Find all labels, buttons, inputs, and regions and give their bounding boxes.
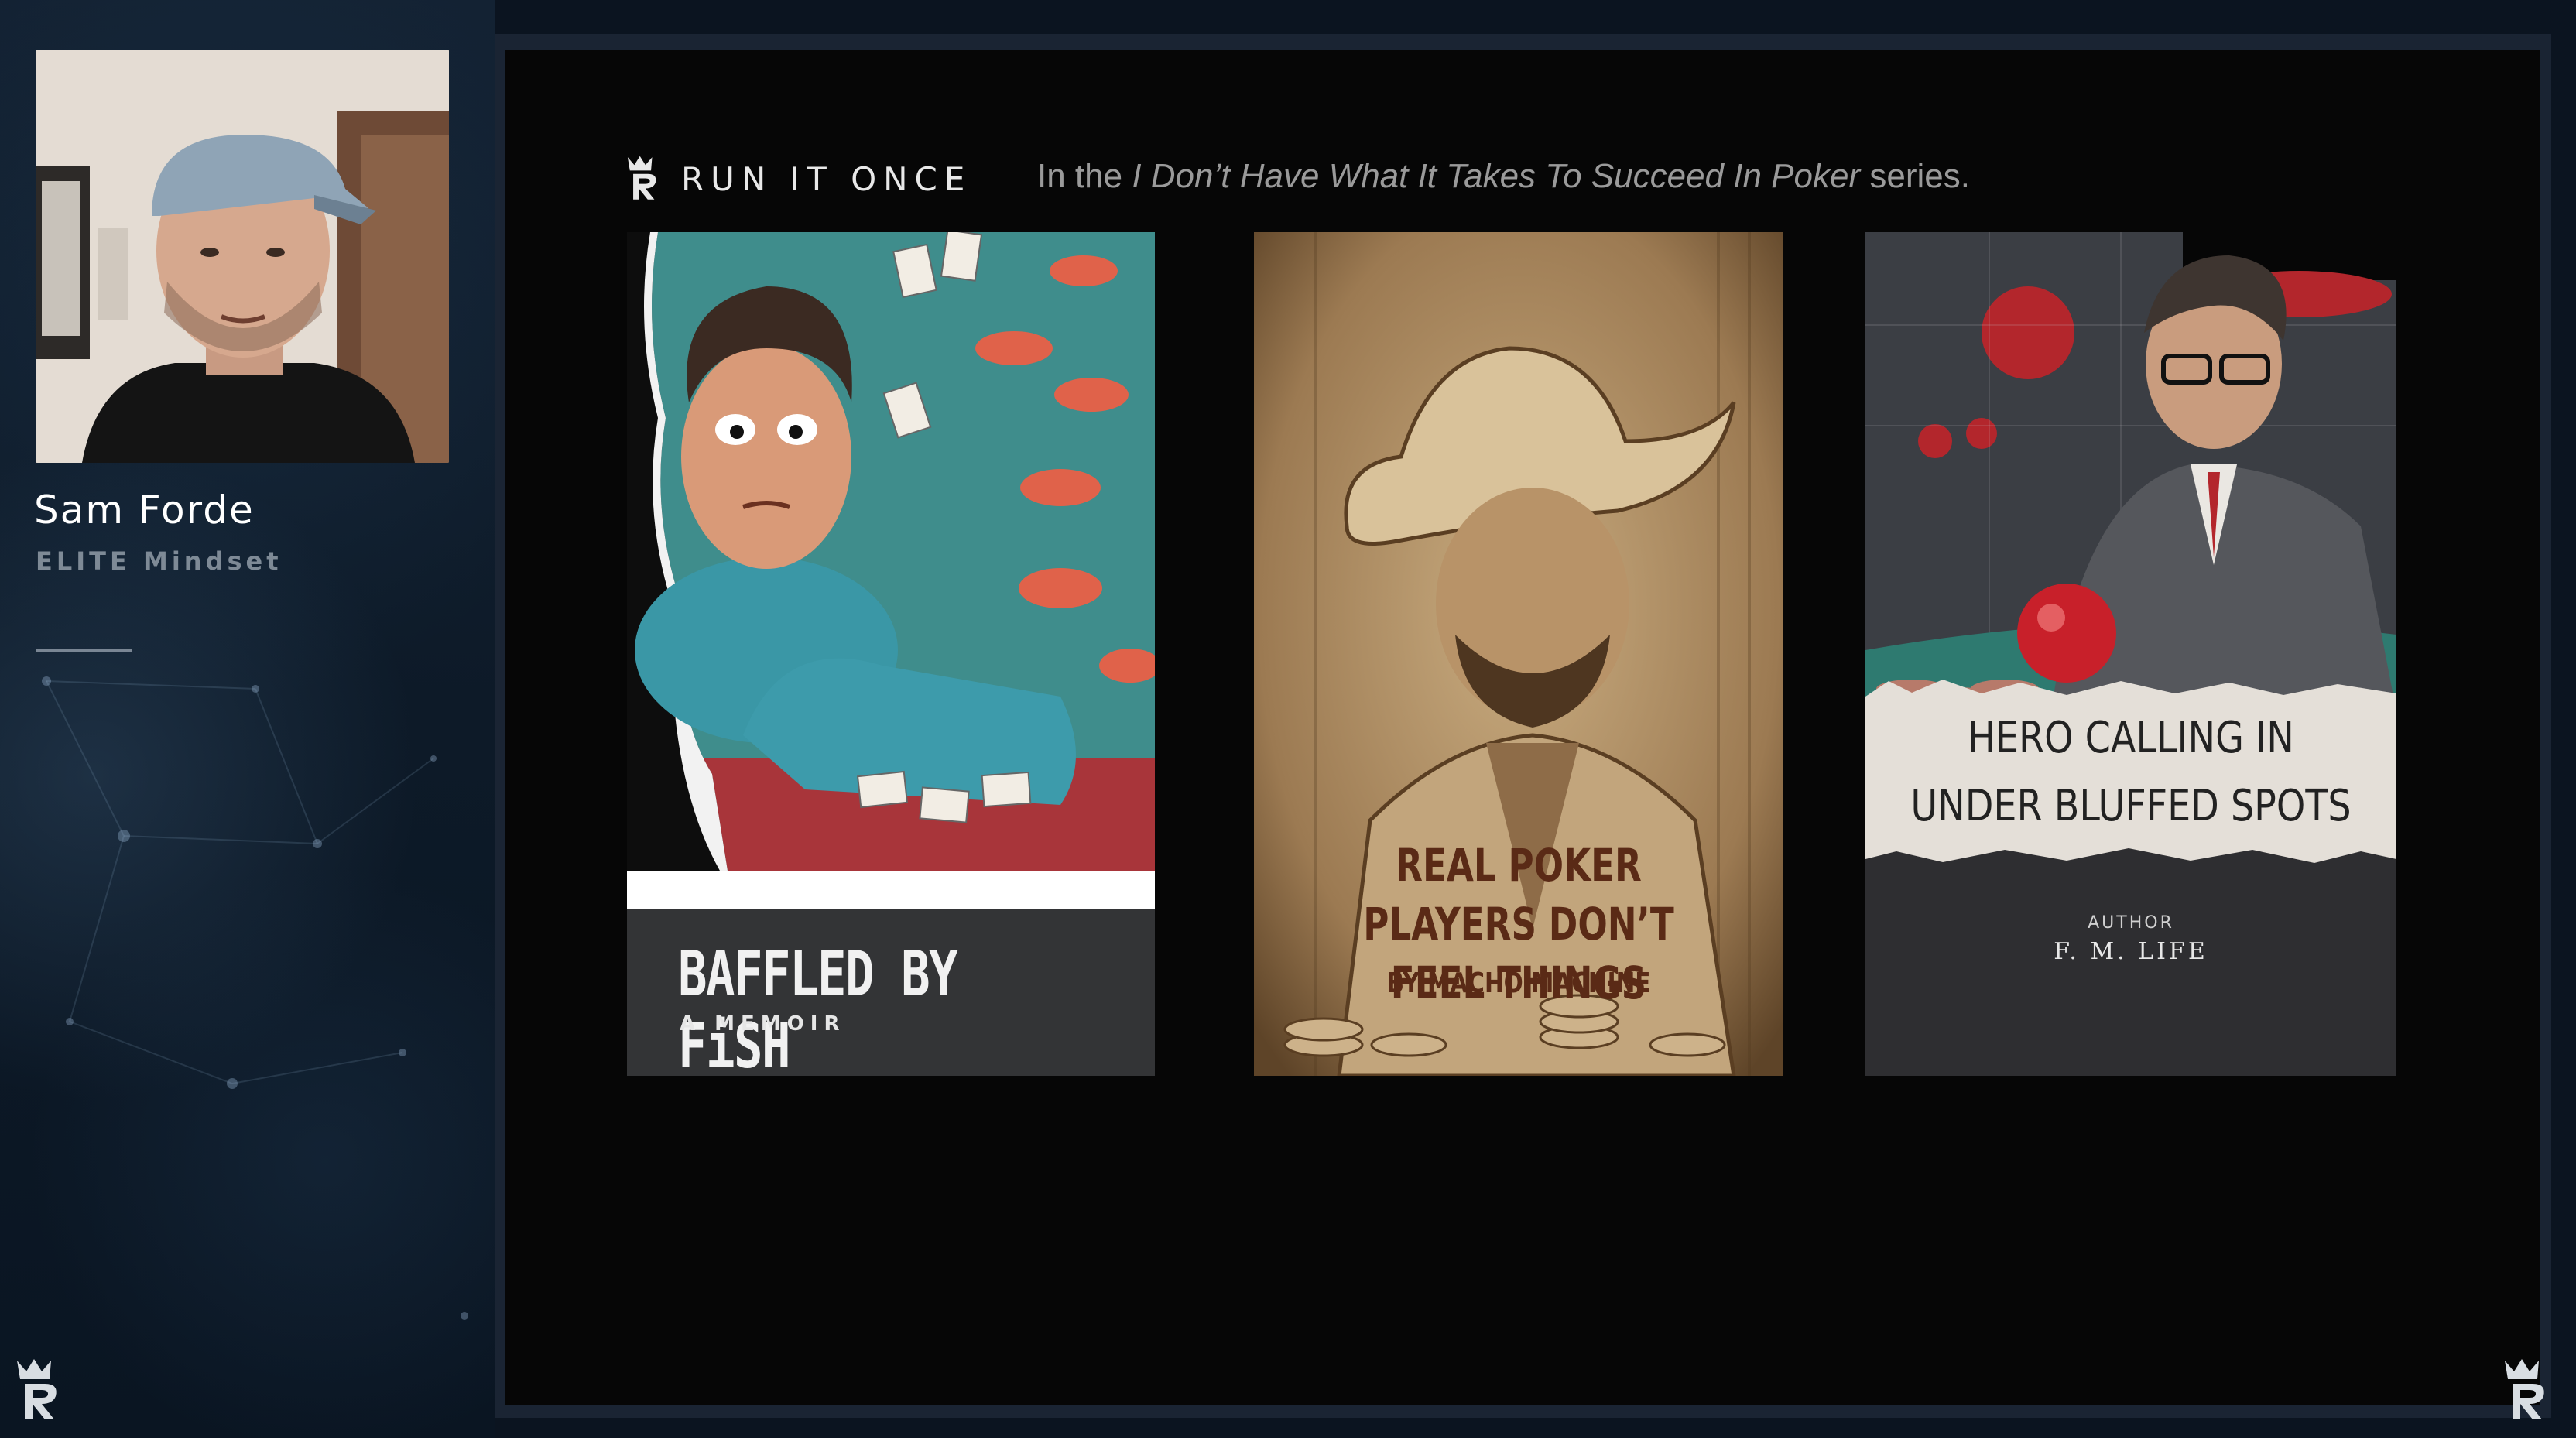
book-title: BAFFLED BY FiSH bbox=[678, 938, 958, 1076]
book-title-line-2: UNDER BLUFFED SPOTS bbox=[1910, 781, 2352, 831]
series-title: I Don’t Have What It Takes To Succeed In… bbox=[1132, 157, 1861, 195]
crown-r-logo-icon bbox=[625, 153, 661, 204]
book-author-label: AUTHOR bbox=[2088, 913, 2174, 933]
series-caption: In the I Don’t Have What It Takes To Suc… bbox=[1037, 157, 1970, 196]
sidebar-divider bbox=[36, 649, 132, 652]
presenter-name: Sam Forde bbox=[34, 488, 255, 532]
book-title-line-1: HERO CALLING IN bbox=[1968, 713, 2294, 763]
presenter-webcam-video bbox=[36, 50, 449, 463]
series-prefix: In the bbox=[1037, 157, 1123, 195]
crown-r-logo-icon bbox=[2502, 1356, 2551, 1424]
presenter-role: ELITE Mindset bbox=[36, 546, 283, 576]
crown-r-logo-icon bbox=[14, 1356, 63, 1424]
brand-name: RUN IT ONCE bbox=[681, 159, 972, 198]
book-byline: BY MACHO MACHINE bbox=[1386, 967, 1651, 999]
book-subtitle: A MEMOIR bbox=[680, 1012, 846, 1036]
book-cover-baffled-by-fish: BAFFLED BY FiSH A MEMOIR bbox=[627, 232, 1155, 1076]
book-title: HERO CALLING IN UNDER BLUFFED SPOTS bbox=[1905, 704, 2356, 841]
series-suffix: series. bbox=[1869, 157, 1970, 195]
book-title-line-1: REAL POKER PLAYERS DON’T bbox=[1363, 839, 1674, 950]
presenter-sidebar: Sam Forde ELITE Mindset bbox=[0, 0, 495, 1438]
book-cover-real-poker-players: REAL POKER PLAYERS DON’T FEEL THINGS BY … bbox=[1254, 232, 1783, 1076]
network-background-graphic bbox=[42, 676, 468, 1320]
book-cover-hero-calling: HERO CALLING IN UNDER BLUFFED SPOTS AUTH… bbox=[1865, 232, 2396, 1076]
run-it-once-branding: RUN IT ONCE bbox=[625, 152, 971, 206]
book-author: F. M. LIFE bbox=[2054, 938, 2208, 965]
